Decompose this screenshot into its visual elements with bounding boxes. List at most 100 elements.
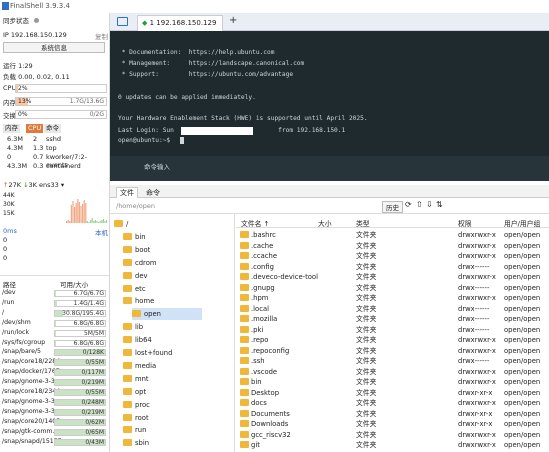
tree-node-bin[interactable]: bin <box>123 231 146 243</box>
file-row[interactable]: .pki 文件夹 drwx------ open/open <box>236 325 549 335</box>
file-name: .bashrc <box>251 231 276 239</box>
file-row[interactable]: Documents 文件夹 drwxr-xr-x open/open <box>236 409 549 419</box>
folder-icon <box>123 426 132 434</box>
file-row[interactable]: .config 文件夹 drwx------ open/open <box>236 262 549 272</box>
net-bar <box>74 207 76 223</box>
disk-usage-bar: 0/55M <box>54 389 106 396</box>
tree-node-open[interactable]: open <box>132 308 202 321</box>
disk-row: /dev 6.7G/6.7G <box>2 289 108 299</box>
history-button[interactable]: 历史 <box>382 201 403 213</box>
file-row[interactable]: Downloads 文件夹 drwxr-xr-x open/open <box>236 419 549 429</box>
system-info-button[interactable]: 系统信息 <box>3 42 105 53</box>
folder-icon <box>240 304 249 312</box>
tree-node-home[interactable]: home <box>123 295 154 307</box>
file-owner: open/open <box>504 325 541 334</box>
file-owner: open/open <box>504 430 541 439</box>
path-input[interactable]: /home/open <box>116 202 155 210</box>
file-row[interactable]: .deveco-device-tool 文件夹 drwxrwxr-x open/ope… <box>236 272 549 282</box>
tree-node-opt[interactable]: opt <box>123 386 146 398</box>
folder-icon <box>123 271 132 279</box>
copy-button[interactable]: 复制 <box>95 31 108 41</box>
tree-node-label: boot <box>135 245 151 254</box>
tab-commands[interactable]: 命令 <box>146 188 160 198</box>
file-row[interactable]: .ssh 文件夹 drwx------ open/open <box>236 356 549 366</box>
file-list: 文件名 ↑ 大小 类型 权限 用户/用户组 .bashrc 文件夹 drwxrwxr… <box>236 214 549 452</box>
file-row[interactable]: .vscode 文件夹 drwxrwxr-x open/open <box>236 367 549 377</box>
tree-node-dev[interactable]: dev <box>123 270 148 282</box>
tree-node-boot[interactable]: boot <box>123 244 150 256</box>
tree-node-label: home <box>135 297 155 306</box>
load: 负载 0.00, 0.02, 0.11 <box>3 73 70 81</box>
file-row[interactable]: git 文件夹 drwxrwxr-x open/open <box>236 440 549 450</box>
tree-node-label: cdrom <box>135 258 157 267</box>
dropdown-icon[interactable]: ▾ <box>61 181 64 189</box>
folder-icon <box>123 387 132 395</box>
file-row[interactable]: .cache 文件夹 drwxrwxr-x open/open <box>236 241 549 251</box>
file-row[interactable]: gcc_riscv32 文件夹 drwxrwxr-x open/open <box>236 430 549 440</box>
folder-icon <box>132 310 141 318</box>
tree-node-sbin[interactable]: sbin <box>123 437 149 449</box>
latency-val-2: 0 <box>3 254 8 262</box>
folder-icon[interactable] <box>117 17 128 26</box>
session-tab[interactable]: ◆ 1 192.168.150.129 <box>137 15 223 31</box>
proc-tab-mem[interactable]: 内存 <box>3 124 20 133</box>
file-row[interactable]: .local 文件夹 drwx------ open/open <box>236 304 549 314</box>
file-name: gcc_riscv32 <box>251 430 291 439</box>
col-perm[interactable]: 权限 <box>458 218 472 228</box>
file-row[interactable]: .bashrc 文件夹 drwxrwxr-x open/open <box>236 230 549 240</box>
proc-cpu: 1.3 <box>33 144 44 152</box>
col-owner[interactable]: 用户/用户组 <box>504 218 540 228</box>
latency-host[interactable]: 本机 <box>95 227 108 237</box>
tree-node-lostfound[interactable]: lost+found <box>123 347 172 359</box>
add-tab-button[interactable]: + <box>229 15 237 26</box>
tree-node-etc[interactable]: etc <box>123 283 146 295</box>
tree-node-[interactable]: / <box>114 218 128 230</box>
terminal-line: * Documentation: https://help.ubuntu.com <box>118 49 275 56</box>
tree-node-lib64[interactable]: lib64 <box>123 334 152 346</box>
tree-node-proc[interactable]: proc <box>123 399 150 411</box>
tree-node-cdrom[interactable]: cdrom <box>123 257 156 269</box>
file-name: .ccache <box>251 252 278 260</box>
folder-icon <box>240 336 249 343</box>
upload-icon[interactable]: ⇧ <box>416 200 423 209</box>
proc-tab-cmd[interactable]: 命令 <box>44 124 61 133</box>
col-size[interactable]: 大小 <box>318 218 332 228</box>
terminal-line: * Support: https://ubuntu.com/advantage <box>118 71 294 78</box>
file-row[interactable]: .repoconfig 文件夹 drwxrwxr-x open/open <box>236 346 549 356</box>
col-name[interactable]: 文件名 ↑ <box>241 218 269 228</box>
file-row[interactable]: docs 文件夹 drwxrwxr-x open/open <box>236 398 549 408</box>
col-type[interactable]: 类型 <box>356 218 370 228</box>
folder-icon <box>123 258 132 266</box>
net-bar <box>99 221 101 223</box>
disk-usage-bar: 0/55M <box>54 359 106 367</box>
tree-node-root[interactable]: root <box>123 412 149 424</box>
file-perm: drwxrwxr-x <box>458 231 496 239</box>
disk-usage-bar: 0/65M <box>54 428 106 436</box>
file-row[interactable]: bin 文件夹 drwxrwxr-x open/open <box>236 377 549 387</box>
command-input[interactable]: 命令输入 <box>144 161 170 171</box>
proc-tab-cpu[interactable]: CPU <box>26 124 44 133</box>
download-icon[interactable]: ⇩ <box>426 200 433 209</box>
transfer-icon[interactable]: ⇅ <box>436 200 443 209</box>
tree-node-label: media <box>135 361 157 370</box>
file-row[interactable]: .gnupg 文件夹 drwx------ open/open <box>236 283 549 293</box>
file-row[interactable]: Desktop 文件夹 drwxr-xr-x open/open <box>236 388 549 398</box>
file-name: .pki <box>251 325 264 334</box>
tree-node-run[interactable]: run <box>123 424 146 436</box>
file-perm: drwxr-xr-x <box>458 409 493 418</box>
file-type: 文件夹 <box>356 420 377 428</box>
file-row[interactable]: .hpm 文件夹 drwxrwxr-x open/open <box>236 293 549 303</box>
disk-path: /run/lock <box>2 328 30 336</box>
tab-files[interactable]: 文件 <box>116 187 138 198</box>
tree-node-lib[interactable]: lib <box>123 321 143 333</box>
tree-node-mnt[interactable]: mnt <box>123 373 149 385</box>
tree-node-media[interactable]: media <box>123 360 156 372</box>
refresh-icon[interactable]: ⟳ <box>405 200 412 209</box>
disk-value: 0/219M <box>81 379 104 387</box>
tab-status-icon: ◆ <box>142 19 148 27</box>
file-row[interactable]: .mozilla 文件夹 drwx------ open/open <box>236 314 549 324</box>
folder-icon <box>240 325 249 333</box>
file-row[interactable]: .repo 文件夹 drwxrwxr-x open/open <box>236 335 549 345</box>
file-perm: drwxrwxr-x <box>458 399 496 407</box>
file-row[interactable]: .ccache 文件夹 drwxrwxr-x open/open <box>236 251 549 261</box>
